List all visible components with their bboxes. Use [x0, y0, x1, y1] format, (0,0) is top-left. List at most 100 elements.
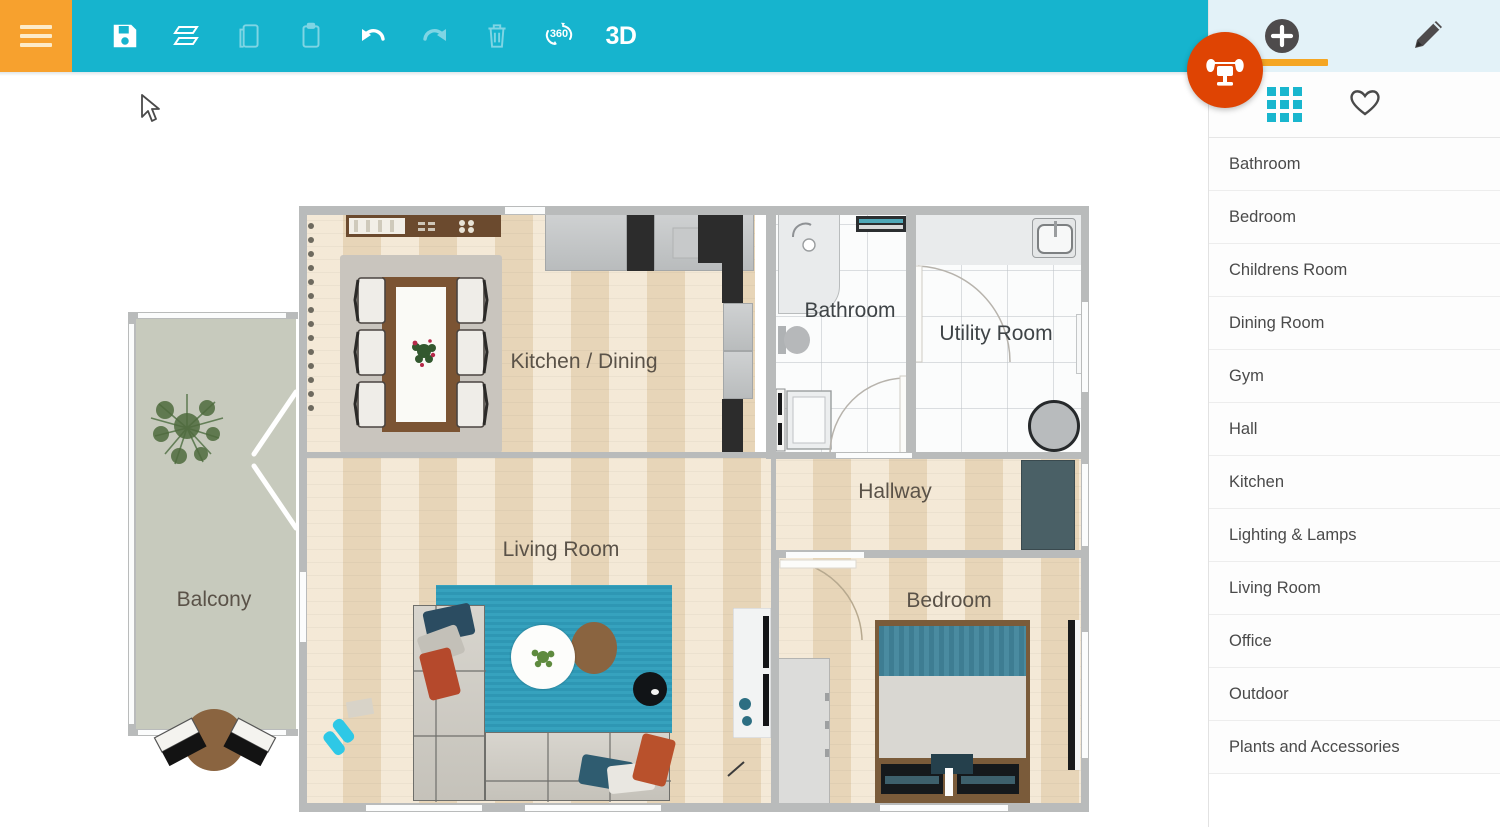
balcony-sliding-door[interactable] — [248, 388, 300, 532]
living-slippers[interactable] — [322, 716, 362, 758]
kitchen-appliance-a[interactable] — [723, 303, 753, 351]
wall-bedroom-left — [771, 550, 779, 812]
bathroom-toilet[interactable] — [778, 322, 812, 358]
hall-pen-decor[interactable] — [726, 758, 748, 780]
balcony-chair-left[interactable] — [150, 712, 212, 774]
living-side-table[interactable] — [571, 622, 617, 674]
dining-table[interactable] — [382, 277, 460, 432]
wall-top-outer — [299, 206, 1089, 215]
view-360-icon[interactable]: 360 — [528, 0, 590, 72]
living-pouf[interactable] — [633, 672, 667, 706]
furniture-panel: Bathroom Bedroom Childrens Room Dining R… — [1187, 0, 1500, 827]
bed-headboard — [879, 626, 1026, 676]
room-label-hallway: Hallway — [858, 480, 932, 503]
redo-icon[interactable] — [404, 0, 466, 72]
room-label-kitchen-dining: Kitchen / Dining — [510, 350, 658, 373]
wall-kitchen-bath — [766, 206, 776, 458]
utility-sink[interactable] — [1032, 218, 1076, 258]
kitchen-counter-brown[interactable] — [346, 215, 501, 237]
layers-icon[interactable] — [156, 0, 218, 72]
category-item-outdoor[interactable]: Outdoor — [1209, 668, 1500, 721]
edit-tab[interactable] — [1355, 0, 1500, 72]
room-label-utility: Utility Room — [939, 322, 1053, 345]
utility-washing-machine[interactable] — [1028, 400, 1080, 452]
hall-storage-unit[interactable] — [732, 607, 772, 739]
category-item-lighting-lamps[interactable]: Lighting & Lamps — [1209, 509, 1500, 562]
kitchen-cabinet-dark[interactable] — [627, 213, 654, 271]
save-icon[interactable] — [94, 0, 156, 72]
window-bathroom-bottom — [840, 453, 844, 458]
balcony-plant[interactable] — [145, 384, 229, 470]
kitchen-counter-right-bottom[interactable] — [722, 399, 743, 455]
kitchen-wall-decor[interactable] — [306, 220, 316, 415]
armchair-icon[interactable] — [1187, 32, 1263, 108]
bedroom-wardrobe[interactable] — [778, 658, 830, 806]
svg-text:360: 360 — [550, 28, 568, 40]
bathroom-vanity[interactable] — [775, 387, 832, 453]
floor-plan-canvas[interactable]: Balcony Kitchen / Dining Bathroom Utilit… — [0, 72, 1208, 827]
category-label: Lighting & Lamps — [1229, 525, 1357, 544]
bedroom-bed[interactable] — [875, 620, 1030, 806]
living-coffee-table[interactable] — [511, 625, 575, 689]
category-label: Bedroom — [1229, 207, 1296, 226]
bathroom-shelf[interactable] — [856, 216, 906, 237]
category-item-plants-accessories[interactable]: Plants and Accessories — [1209, 721, 1500, 774]
category-label: Hall — [1229, 419, 1258, 438]
category-item-bathroom[interactable]: Bathroom — [1209, 138, 1500, 191]
trash-icon[interactable] — [466, 0, 528, 72]
room-label-balcony: Balcony — [176, 588, 252, 611]
room-label-bedroom: Bedroom — [906, 589, 992, 612]
paste-icon[interactable] — [280, 0, 342, 72]
category-label: Dining Room — [1229, 313, 1325, 332]
bedroom-right-fixture[interactable] — [1068, 620, 1080, 770]
mouse-cursor — [140, 94, 160, 124]
toolbar-icon-group: 360 3D — [72, 0, 652, 72]
wall-left-outer — [299, 206, 307, 812]
hamburger-menu-icon[interactable] — [0, 0, 72, 72]
category-item-office[interactable]: Office — [1209, 615, 1500, 668]
wall-kitchen-living — [305, 452, 775, 458]
bathroom-door[interactable] — [828, 372, 908, 456]
heart-icon[interactable] — [1348, 87, 1382, 122]
kitchen-counter-right-mid[interactable] — [722, 263, 743, 303]
category-label: Kitchen — [1229, 472, 1285, 491]
kitchen-counter-right-top[interactable] — [698, 213, 743, 263]
room-label-bathroom: Bathroom — [804, 299, 896, 322]
window-living-bottom-a — [366, 805, 482, 811]
undo-icon[interactable] — [342, 0, 404, 72]
room-label-living: Living Room — [502, 538, 620, 561]
window-bedroom-bottom — [880, 805, 1008, 811]
top-toolbar: 360 3D — [0, 0, 1208, 72]
window-hall-right — [1082, 464, 1088, 546]
balcony-chair-right[interactable] — [218, 712, 280, 774]
category-label: Gym — [1229, 366, 1264, 385]
kitchen-appliance-b[interactable] — [723, 351, 753, 399]
category-item-living-room[interactable]: Living Room — [1209, 562, 1500, 615]
category-item-hall[interactable]: Hall — [1209, 403, 1500, 456]
category-label: Office — [1229, 631, 1272, 650]
category-item-gym[interactable]: Gym — [1209, 350, 1500, 403]
dining-chairs-right[interactable] — [456, 272, 490, 436]
category-label: Outdoor — [1229, 684, 1289, 703]
bedroom-door[interactable] — [778, 558, 864, 642]
panel-header — [1187, 0, 1500, 108]
wall-bath-utility — [906, 212, 916, 458]
hallway-cabinet[interactable] — [1021, 460, 1075, 550]
view-3d-label[interactable]: 3D — [590, 0, 652, 72]
dining-chairs-left[interactable] — [352, 272, 386, 436]
category-item-kitchen[interactable]: Kitchen — [1209, 456, 1500, 509]
utility-door[interactable] — [912, 264, 1012, 366]
menu-line — [20, 25, 52, 29]
category-label: Childrens Room — [1229, 260, 1348, 279]
copy-icon[interactable] — [218, 0, 280, 72]
grid-icon[interactable] — [1267, 87, 1302, 122]
window-bedroom-top — [786, 552, 864, 558]
kitchen-cabinet-grey-a[interactable] — [545, 213, 627, 271]
category-item-bedroom[interactable]: Bedroom — [1209, 191, 1500, 244]
category-item-dining-room[interactable]: Dining Room — [1209, 297, 1500, 350]
category-label: Living Room — [1229, 578, 1321, 597]
category-label: Plants and Accessories — [1229, 737, 1400, 756]
window-kitchen-top — [505, 207, 545, 214]
window-bedroom-right — [1082, 632, 1088, 758]
category-item-childrens-room[interactable]: Childrens Room — [1209, 244, 1500, 297]
